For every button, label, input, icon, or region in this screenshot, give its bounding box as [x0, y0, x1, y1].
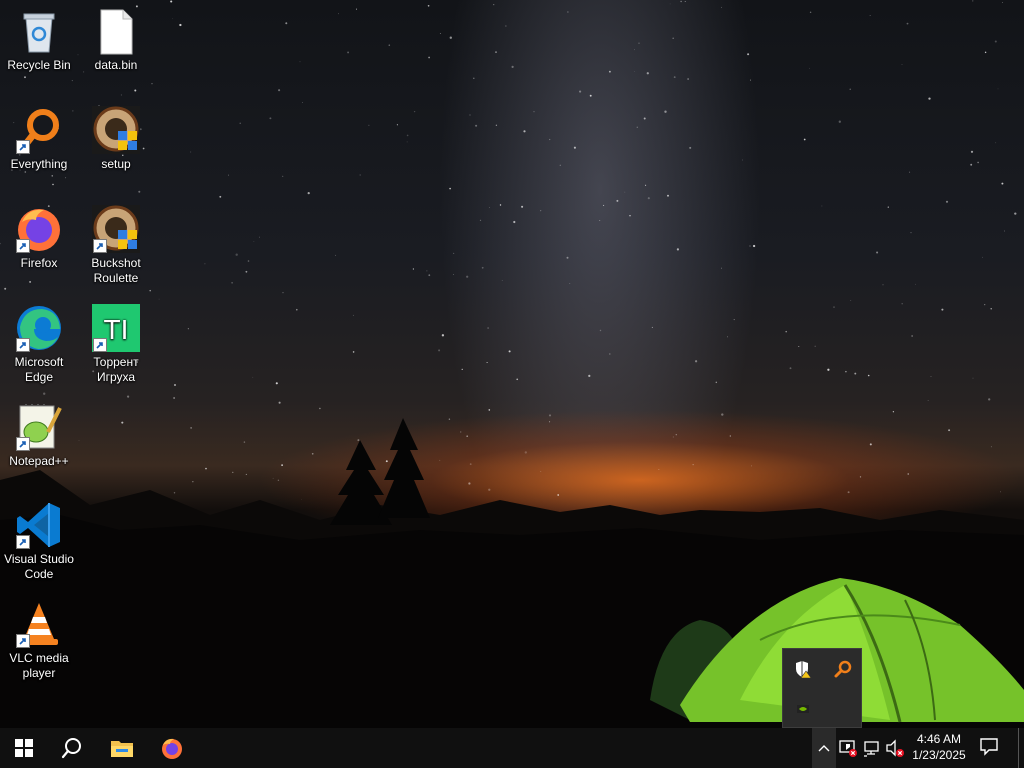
- start-button[interactable]: [0, 728, 48, 768]
- desktop-icon-buckshot-roulette[interactable]: Buckshot Roulette: [77, 204, 155, 286]
- edge-icon: [14, 303, 64, 353]
- clock-date: 1/23/2025: [912, 748, 966, 762]
- show-desktop-button[interactable]: [1018, 728, 1024, 768]
- network-icon[interactable]: [862, 738, 882, 758]
- vlc-icon: [14, 599, 64, 649]
- chevron-up-icon: [818, 745, 830, 752]
- desktop-icon-label: Microsoft Edge: [14, 355, 64, 384]
- everything-search-icon: [14, 105, 64, 155]
- search-icon: [61, 738, 81, 759]
- desktop-icon-vlc[interactable]: VLC media player: [0, 599, 78, 681]
- desktop-icon-label: Buckshot Roulette: [91, 256, 141, 285]
- desktop-icon-vscode[interactable]: Visual Studio Code: [0, 500, 78, 582]
- desktop-icon-setup[interactable]: setup: [77, 105, 155, 172]
- desktop-icon-microsoft-edge[interactable]: Microsoft Edge: [0, 303, 78, 385]
- firefox-icon: [162, 738, 182, 759]
- file-explorer-button[interactable]: [98, 728, 146, 768]
- show-hidden-icons-button[interactable]: [812, 728, 836, 768]
- shortcut-arrow-icon: [16, 239, 30, 253]
- desktop-icon-firefox[interactable]: Firefox: [0, 204, 78, 271]
- desktop-icon-label: data.bin: [94, 58, 138, 72]
- action-center-button[interactable]: [978, 736, 1004, 760]
- desktop-icon-label: Notepad++: [9, 454, 69, 468]
- desktop-icon-notepad-plus-plus[interactable]: Notepad++: [0, 402, 78, 469]
- shortcut-arrow-icon: [16, 140, 30, 154]
- desktop-icon-data-bin[interactable]: data.bin: [77, 6, 155, 73]
- desktop-icon-label: VLC media player: [9, 651, 69, 680]
- desktop-icon-label: Recycle Bin: [7, 58, 71, 72]
- buckshot-roulette-icon: [91, 204, 141, 254]
- desktop-icon-label: Firefox: [20, 256, 58, 270]
- file-icon: [91, 6, 141, 56]
- svg-text:TI: TI: [104, 314, 129, 345]
- desktop-icon-everything[interactable]: Everything: [0, 105, 78, 172]
- taskbar: 4:46 AM 1/23/2025: [0, 728, 1024, 768]
- desktop-icon-label: Торрент Игруха: [93, 355, 139, 384]
- shortcut-arrow-icon: [16, 535, 30, 549]
- firefox-icon: [14, 204, 64, 254]
- volume-muted-icon[interactable]: [885, 738, 905, 758]
- shortcut-arrow-icon: [16, 437, 30, 451]
- desktop-icon-label: setup: [101, 157, 131, 171]
- shortcut-arrow-icon: [93, 338, 107, 352]
- clock-time: 4:46 AM: [916, 732, 962, 746]
- taskbar-firefox-button[interactable]: [148, 728, 196, 768]
- defender-tray-icon[interactable]: [838, 738, 858, 758]
- torrent-igruha-icon: TI: [91, 303, 141, 353]
- shortcut-arrow-icon: [16, 634, 30, 648]
- vscode-icon: [14, 500, 64, 550]
- file-explorer-icon: [111, 741, 133, 757]
- desktop-icon-label: Everything: [10, 157, 68, 171]
- start-icon: [15, 739, 33, 757]
- shortcut-arrow-icon: [16, 338, 30, 352]
- recycle-bin-icon: [14, 6, 64, 56]
- search-button[interactable]: [48, 728, 96, 768]
- desktop-icon-torrent-igruha[interactable]: TI Торрент Игруха: [77, 303, 155, 385]
- taskbar-clock[interactable]: 4:46 AM 1/23/2025: [906, 731, 972, 763]
- desktop-wallpaper: Recycle Bin data.bin Everything setup Fi…: [0, 0, 1024, 728]
- desktop-icon-recycle-bin[interactable]: Recycle Bin: [0, 6, 78, 73]
- desktop-icon-label: Visual Studio Code: [4, 552, 74, 581]
- action-center-icon: [980, 738, 998, 756]
- notepad-plus-plus-icon: [14, 402, 64, 452]
- setup-icon: [91, 105, 141, 155]
- tray-overflow-popup: [782, 648, 862, 728]
- shortcut-arrow-icon: [93, 239, 107, 253]
- nvidia-icon[interactable]: [793, 699, 813, 719]
- windows-security-warning-icon[interactable]: [793, 659, 813, 679]
- everything-tray-icon[interactable]: [833, 659, 853, 679]
